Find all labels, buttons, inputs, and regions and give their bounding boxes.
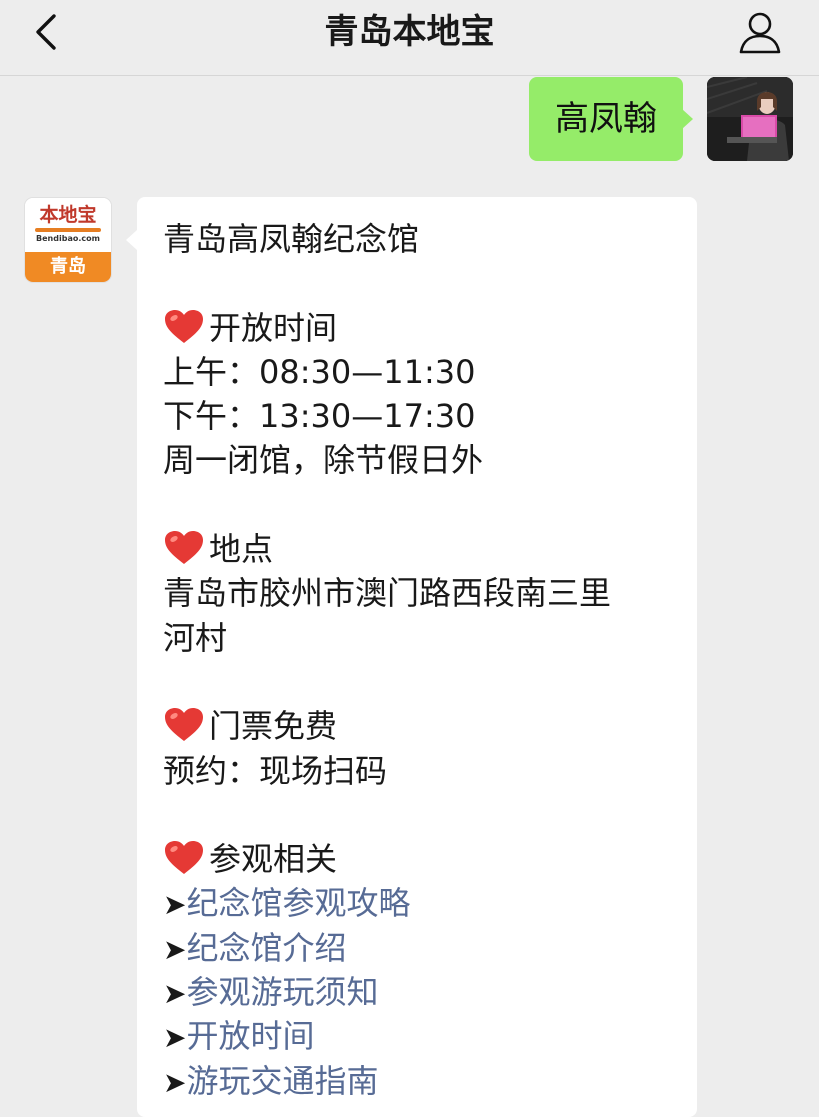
location-heading: 地点 <box>163 527 697 571</box>
reservation-info: 预约：现场扫码 <box>163 751 388 790</box>
outgoing-message-bubble[interactable]: 高凤翰 <box>529 77 683 161</box>
address-line-2: 河村 <box>163 618 228 657</box>
ticket-heading-text: 门票免费 <box>209 707 338 746</box>
user-avatar[interactable] <box>707 77 793 161</box>
visit-heading-text: 参观相关 <box>209 840 338 879</box>
hours-note: 周一闭馆，除节假日外 <box>163 441 484 480</box>
chat-area: 高凤翰 本地宝 Bendibao.com 青岛 青岛高凤翰纪念馆 开放时间 上午… <box>0 77 819 1117</box>
profile-icon[interactable] <box>737 9 783 55</box>
chat-title: 青岛本地宝 <box>324 12 495 52</box>
arrow-bullet-icon: ➤ <box>163 1021 187 1055</box>
incoming-bubble-tail <box>126 230 137 250</box>
official-account-avatar[interactable]: 本地宝 Bendibao.com 青岛 <box>25 198 111 282</box>
heart-icon <box>165 531 203 565</box>
link-visitor-notice[interactable]: 参观游玩须知 <box>186 973 378 1011</box>
link-museum-intro[interactable]: 纪念馆介绍 <box>186 929 346 967</box>
link-transport-guide[interactable]: 游玩交通指南 <box>186 1062 378 1100</box>
arrow-bullet-icon: ➤ <box>163 888 187 922</box>
hours-afternoon: 下午：13:30—17:30 <box>163 397 476 436</box>
ticket-heading: 门票免费 <box>163 704 697 748</box>
hours-heading: 开放时间 <box>163 306 697 350</box>
link-row[interactable]: ➤开放时间 <box>163 1014 697 1058</box>
link-opening-hours[interactable]: 开放时间 <box>186 1017 314 1055</box>
bot-logo-text: 本地宝 <box>39 204 97 226</box>
heart-icon <box>165 309 203 343</box>
link-visit-guide[interactable]: 纪念馆参观攻略 <box>186 884 410 922</box>
link-row[interactable]: ➤游玩交通指南 <box>163 1059 697 1103</box>
reply-title: 青岛高凤翰纪念馆 <box>163 220 420 258</box>
incoming-message-bubble[interactable]: 青岛高凤翰纪念馆 开放时间 上午：08:30—11:30 下午：13:30—17… <box>137 197 697 1117</box>
user-avatar-photo <box>707 77 793 161</box>
location-heading-text: 地点 <box>209 530 274 569</box>
bot-city-label: 青岛 <box>25 252 111 282</box>
hours-morning: 上午：08:30—11:30 <box>163 352 476 391</box>
arrow-bullet-icon: ➤ <box>163 1065 187 1099</box>
heart-icon <box>165 841 203 875</box>
hours-heading-text: 开放时间 <box>209 308 338 347</box>
bot-logo-swoosh <box>35 228 101 232</box>
link-row[interactable]: ➤参观游玩须知 <box>163 970 697 1014</box>
heart-icon <box>165 708 203 742</box>
link-row[interactable]: ➤纪念馆介绍 <box>163 926 697 970</box>
link-row[interactable]: ➤纪念馆参观攻略 <box>163 881 697 925</box>
arrow-bullet-icon: ➤ <box>163 932 187 966</box>
top-navigation-bar: 青岛本地宝 <box>0 0 819 76</box>
bot-logo-domain: Bendibao.com <box>36 234 100 243</box>
address-line-1: 青岛市胶州市澳门路西段南三里 <box>163 574 612 613</box>
arrow-bullet-icon: ➤ <box>163 977 187 1011</box>
outgoing-bubble-tail <box>682 109 693 129</box>
visit-heading: 参观相关 <box>163 837 697 881</box>
bot-logo-area: 本地宝 Bendibao.com <box>25 198 111 252</box>
